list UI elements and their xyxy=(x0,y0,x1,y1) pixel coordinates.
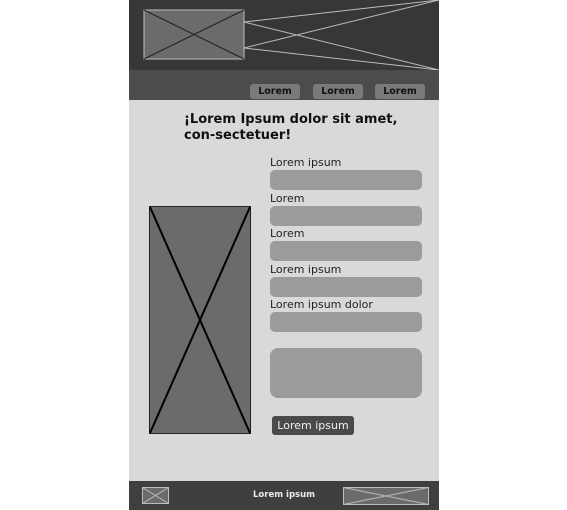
field-label-4: Lorem ipsum xyxy=(270,263,342,276)
footer-right-image-icon xyxy=(343,487,429,505)
submit-button[interactable]: Lorem ipsum xyxy=(272,416,354,435)
logo-placeholder-icon[interactable] xyxy=(143,9,245,60)
page-frame: Lorem Lorem Lorem ¡Lorem Ipsum dolor sit… xyxy=(129,0,439,510)
nav-item-1[interactable]: Lorem xyxy=(250,84,300,99)
footer: Lorem ipsum xyxy=(129,481,439,510)
text-field-3[interactable] xyxy=(270,241,422,261)
field-label-2: Lorem xyxy=(270,192,305,205)
image-placeholder-icon xyxy=(149,206,251,434)
text-field-4[interactable] xyxy=(270,277,422,297)
page-title: ¡Lorem Ipsum dolor sit amet, con-sectetu… xyxy=(184,112,398,143)
message-textarea[interactable] xyxy=(270,348,422,398)
field-label-3: Lorem xyxy=(270,227,305,240)
text-field-2[interactable] xyxy=(270,206,422,226)
nav-item-3[interactable]: Lorem xyxy=(375,84,425,99)
banner-placeholder-icon xyxy=(243,0,439,70)
text-field-5[interactable] xyxy=(270,312,422,332)
nav-bar: Lorem Lorem Lorem xyxy=(129,70,439,100)
field-label-5: Lorem ipsum dolor xyxy=(270,298,373,311)
header xyxy=(129,0,439,70)
nav-item-2[interactable]: Lorem xyxy=(313,84,363,99)
text-field-1[interactable] xyxy=(270,170,422,190)
header-graphics xyxy=(143,0,439,70)
field-label-1: Lorem ipsum xyxy=(270,156,342,169)
